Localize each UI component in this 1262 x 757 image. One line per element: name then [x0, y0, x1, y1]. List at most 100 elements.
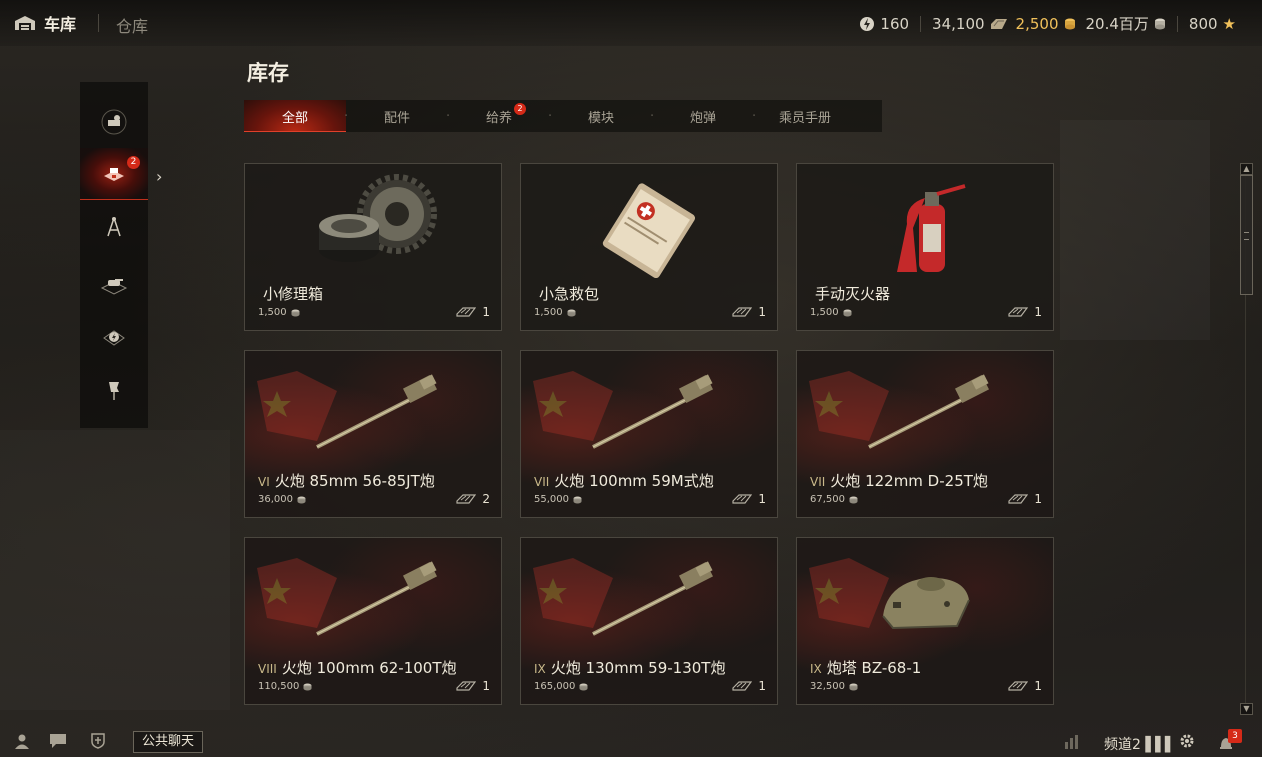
compass-icon [107, 217, 121, 237]
item-name: VIII 火炮 100mm 62-100T炮 [258, 657, 457, 678]
credits[interactable]: 20.4百万 [1086, 13, 1166, 34]
bottom-bar: 公共聊天 频道2 ▌▌▌ 3 [0, 727, 1262, 757]
storage-icon [1008, 681, 1029, 691]
item-card[interactable]: 手动灭火器 1,500 1 [796, 163, 1054, 331]
side-menu: 2 [80, 82, 148, 428]
item-count-value: 2 [482, 492, 490, 506]
item-tier: VI [258, 475, 270, 489]
item-price: 55,000 [534, 494, 582, 505]
consumables-badge: 2 [127, 156, 140, 169]
item-price-value: 110,500 [258, 681, 300, 692]
boosters-icon [103, 330, 125, 346]
item-card[interactable]: VI 火炮 85mm 56-85JT炮 36,000 2 [244, 350, 502, 518]
side-menu-flag[interactable] [80, 364, 148, 416]
tab-shells[interactable]: 炮弹 [650, 100, 754, 132]
scroll-thumb[interactable] [1240, 175, 1253, 295]
credits-icon [297, 496, 306, 503]
item-title: 小修理箱 [263, 285, 324, 303]
side-menu-equipment[interactable] [80, 96, 148, 148]
credits-value: 20.4百万 [1085, 15, 1149, 33]
free-xp[interactable]: 160 [859, 15, 909, 33]
storage-icon [456, 494, 477, 504]
item-card[interactable]: VII 火炮 100mm 59M式炮 55,000 1 [520, 350, 778, 518]
credits-icon [303, 683, 312, 690]
item-count-value: 1 [482, 679, 490, 693]
credits-icon [1154, 18, 1165, 29]
scroll-up-button[interactable]: ▲ [1240, 163, 1253, 175]
item-price: 1,500 [258, 307, 300, 318]
item-count-value: 1 [758, 305, 766, 319]
item-price-value: 55,000 [534, 494, 569, 505]
resource-divider [1176, 15, 1178, 32]
scrollbar[interactable]: ▲ ▼ [1240, 163, 1254, 715]
item-card[interactable]: IX 炮塔 BZ-68-1 32,500 1 [796, 537, 1054, 705]
side-menu-shells[interactable] [80, 258, 148, 310]
item-name: 小急救包 [534, 283, 599, 304]
public-chat-button[interactable]: 公共聊天 [133, 731, 204, 753]
channel-selector[interactable]: 频道2 ▌▌▌ [1104, 734, 1176, 754]
tank-turret-icon [882, 577, 970, 630]
credits-icon [567, 309, 576, 316]
item-count: 2 [456, 492, 490, 506]
item-count-value: 1 [758, 679, 766, 693]
resource-divider [920, 15, 922, 32]
item-card[interactable]: 小修理箱 1,500 1 [244, 163, 502, 331]
settings-gear-icon[interactable] [1179, 733, 1195, 749]
background-wall [0, 430, 230, 710]
tank-gun-icon [592, 374, 713, 449]
side-menu-expand-arrow-icon[interactable]: › [156, 167, 162, 186]
consumables-icon [104, 168, 124, 181]
tab-all[interactable]: 全部 [244, 100, 346, 132]
side-menu-boosters[interactable] [80, 312, 148, 364]
item-name: 手动灭火器 [810, 283, 890, 304]
tab-consumables-label: 给养 [485, 110, 512, 126]
stars[interactable]: 800 ★ [1189, 15, 1236, 33]
tank-gun-icon [316, 561, 437, 636]
item-name: VII 火炮 122mm D-25T炮 [810, 470, 988, 491]
storage-icon [456, 681, 477, 691]
page-title: 库存 [247, 61, 289, 85]
item-name: IX 炮塔 BZ-68-1 [810, 657, 921, 678]
item-price-value: 67,500 [810, 494, 845, 505]
item-count: 1 [456, 305, 490, 319]
gold[interactable]: 2,500 [1016, 15, 1076, 33]
item-card[interactable]: IX 火炮 130mm 59-130T炮 165,000 1 [520, 537, 778, 705]
user-icon[interactable] [14, 733, 30, 749]
resource-bar: 160 34,100 2,500 20.4百万 800 ★ [859, 13, 1236, 34]
item-title: 火炮 130mm 59-130T炮 [550, 659, 726, 677]
nav-garage[interactable]: 车库 [14, 12, 76, 34]
free-xp-value: 160 [880, 14, 910, 33]
tab-crew-books[interactable]: 乘员手册 [752, 100, 856, 132]
item-count-value: 1 [1034, 305, 1042, 319]
item-card[interactable]: VIII 火炮 100mm 62-100T炮 110,500 1 [244, 537, 502, 705]
item-count: 1 [1008, 679, 1042, 693]
item-tier: VII [810, 475, 826, 489]
item-title: 火炮 100mm 59M式炮 [554, 472, 714, 490]
item-name: VI 火炮 85mm 56-85JT炮 [258, 470, 435, 491]
item-name: 小修理箱 [258, 283, 323, 304]
clan-icon[interactable] [90, 733, 106, 749]
item-card[interactable]: VII 火炮 122mm D-25T炮 67,500 1 [796, 350, 1054, 518]
side-menu-compass[interactable] [80, 202, 148, 254]
channel-bars-icon: ▌▌▌ [1145, 737, 1175, 753]
item-price-value: 1,500 [810, 307, 839, 318]
item-count: 1 [732, 305, 766, 319]
bonds[interactable]: 34,100 [932, 15, 1008, 33]
vehicle-shells-icon [100, 279, 128, 295]
background-shelf [1060, 120, 1210, 340]
item-name: IX 火炮 130mm 59-130T炮 [534, 657, 725, 678]
chat-icon[interactable] [49, 733, 67, 749]
storage-icon [732, 681, 753, 691]
side-menu-consumables[interactable]: 2 [80, 148, 148, 200]
tab-consumables[interactable]: 给养 2 [446, 100, 550, 132]
tab-modules[interactable]: 模块 [548, 100, 652, 132]
item-name: VII 火炮 100mm 59M式炮 [534, 470, 714, 491]
item-price-value: 1,500 [534, 307, 563, 318]
item-card[interactable]: 小急救包 1,500 1 [520, 163, 778, 331]
star-icon: ★ [1222, 14, 1236, 33]
nav-depot[interactable]: 仓库 [116, 13, 148, 37]
bonds-value: 34,100 [932, 14, 985, 33]
scroll-down-button[interactable]: ▼ [1240, 703, 1253, 715]
tab-equipment[interactable]: 配件 [344, 100, 448, 132]
stats-icon[interactable] [1064, 733, 1082, 749]
